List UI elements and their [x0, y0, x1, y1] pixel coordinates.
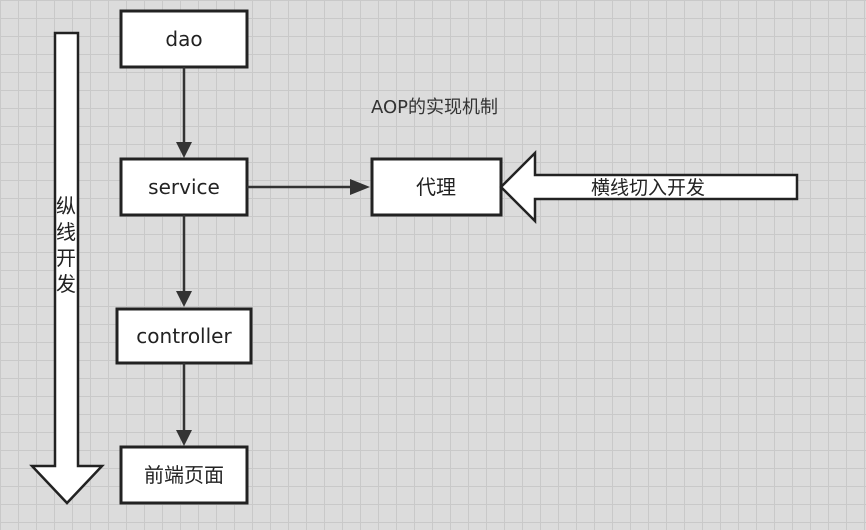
arrowhead-controller-frontend [176, 430, 192, 446]
arrowhead-service-proxy [350, 179, 370, 195]
controller-node-label: controller [136, 324, 232, 348]
dao-node-label: dao [165, 27, 202, 51]
diagram-canvas: 纵 线 开 发 dao service 代理 横线切入开发 AOP的实现机制 c… [0, 0, 866, 530]
vertical-label-char-1: 纵 [56, 194, 76, 218]
arrowhead-service-controller [176, 291, 192, 307]
vertical-label-char-2: 线 [56, 220, 76, 244]
arrowhead-dao-service [176, 142, 192, 158]
vertical-label-char-3: 开 [56, 246, 76, 270]
diagram-title: AOP的实现机制 [371, 97, 498, 118]
frontend-node-label: 前端页面 [144, 463, 224, 487]
horizontal-label: 横线切入开发 [591, 177, 705, 199]
proxy-node-label: 代理 [416, 175, 456, 199]
service-node-label: service [148, 175, 220, 199]
vertical-label-char-4: 发 [56, 272, 76, 296]
aop-diagram: 纵 线 开 发 dao service 代理 横线切入开发 AOP的实现机制 c… [29, 9, 799, 505]
